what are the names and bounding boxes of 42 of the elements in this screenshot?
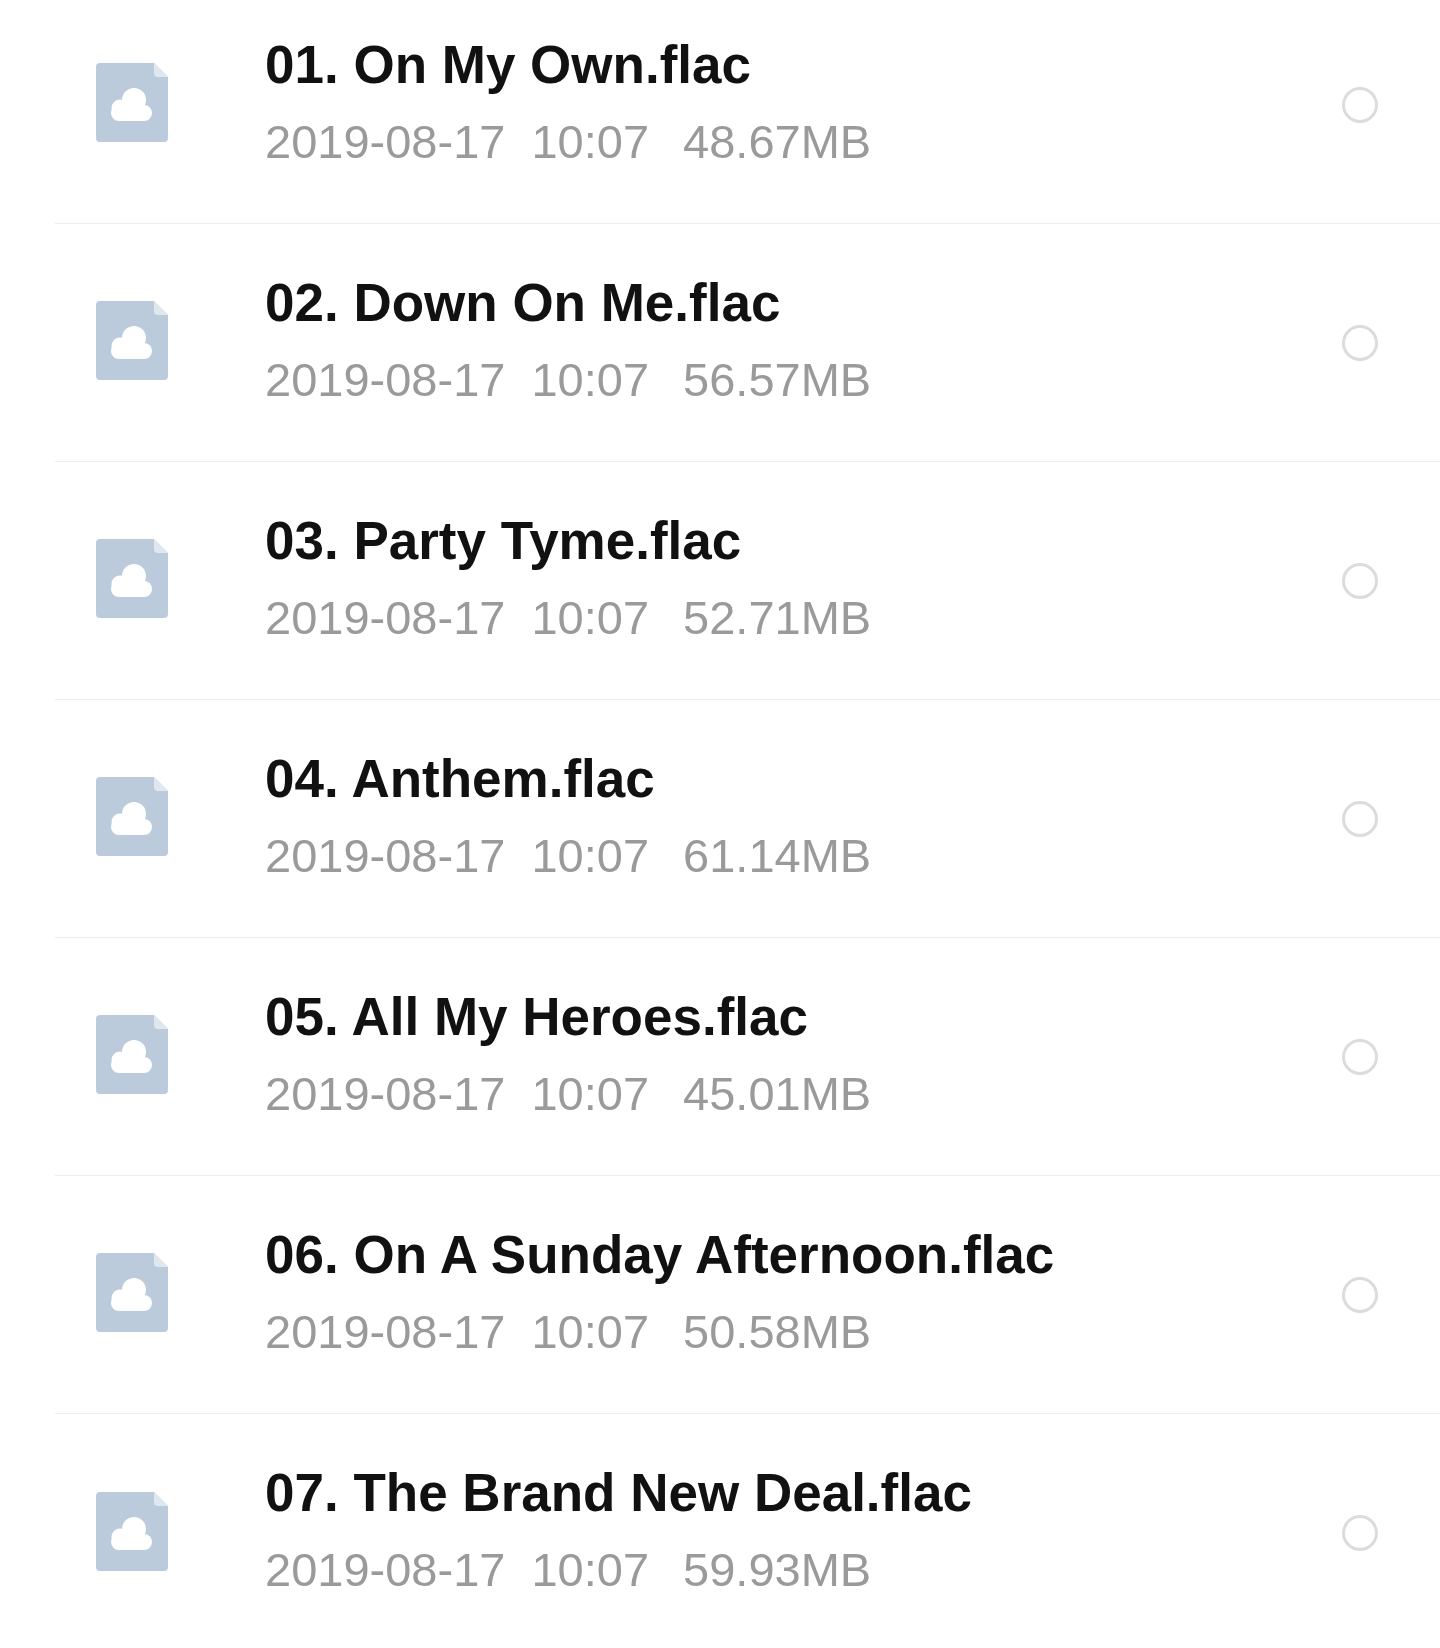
file-time: 10:07 [531,827,650,884]
file-time: 10:07 [531,113,650,170]
file-size: 61.14MB [683,827,872,884]
file-icon [96,1491,168,1571]
file-icon [96,63,168,142]
file-time: 10:07 [531,1542,650,1598]
file-name: 05. All My Heroes.flac [265,985,808,1048]
file-size: 52.71MB [683,589,872,646]
file-date: 2019-08-17 [265,827,506,884]
file-size: 56.57MB [683,351,872,408]
file-name: 02. Down On Me.flac [265,271,781,334]
select-radio[interactable] [1342,800,1378,837]
file-icon [96,1015,168,1094]
file-date: 2019-08-17 [265,351,506,408]
file-name: 03. Party Tyme.flac [265,509,742,572]
file-date: 2019-08-17 [265,113,506,170]
file-time: 10:07 [531,1065,650,1122]
file-size: 45.01MB [683,1065,872,1122]
select-radio[interactable] [1342,562,1378,599]
select-radio[interactable] [1342,1515,1378,1551]
select-radio[interactable] [1342,1038,1378,1075]
file-icon [96,539,168,618]
file-size: 50.58MB [683,1303,872,1360]
select-radio[interactable] [1342,324,1378,361]
select-radio[interactable] [1342,1276,1378,1313]
file-date: 2019-08-17 [265,589,506,646]
file-size: 48.67MB [683,113,872,170]
file-icon [96,777,168,856]
file-date: 2019-08-17 [265,1065,506,1122]
file-icon [96,1253,168,1332]
file-name: 07. The Brand New Deal.flac [265,1462,972,1524]
file-time: 10:07 [531,589,650,646]
file-name: 04. Anthem.flac [265,747,655,810]
file-time: 10:07 [531,351,650,408]
file-time: 10:07 [531,1303,650,1360]
file-date: 2019-08-17 [265,1542,506,1598]
file-name: 06. On A Sunday Afternoon.flac [265,1223,1055,1286]
file-name: 01. On My Own.flac [265,33,751,96]
file-size: 59.93MB [683,1542,872,1598]
file-icon [96,301,168,380]
select-radio[interactable] [1342,86,1378,123]
file-date: 2019-08-17 [265,1303,506,1360]
